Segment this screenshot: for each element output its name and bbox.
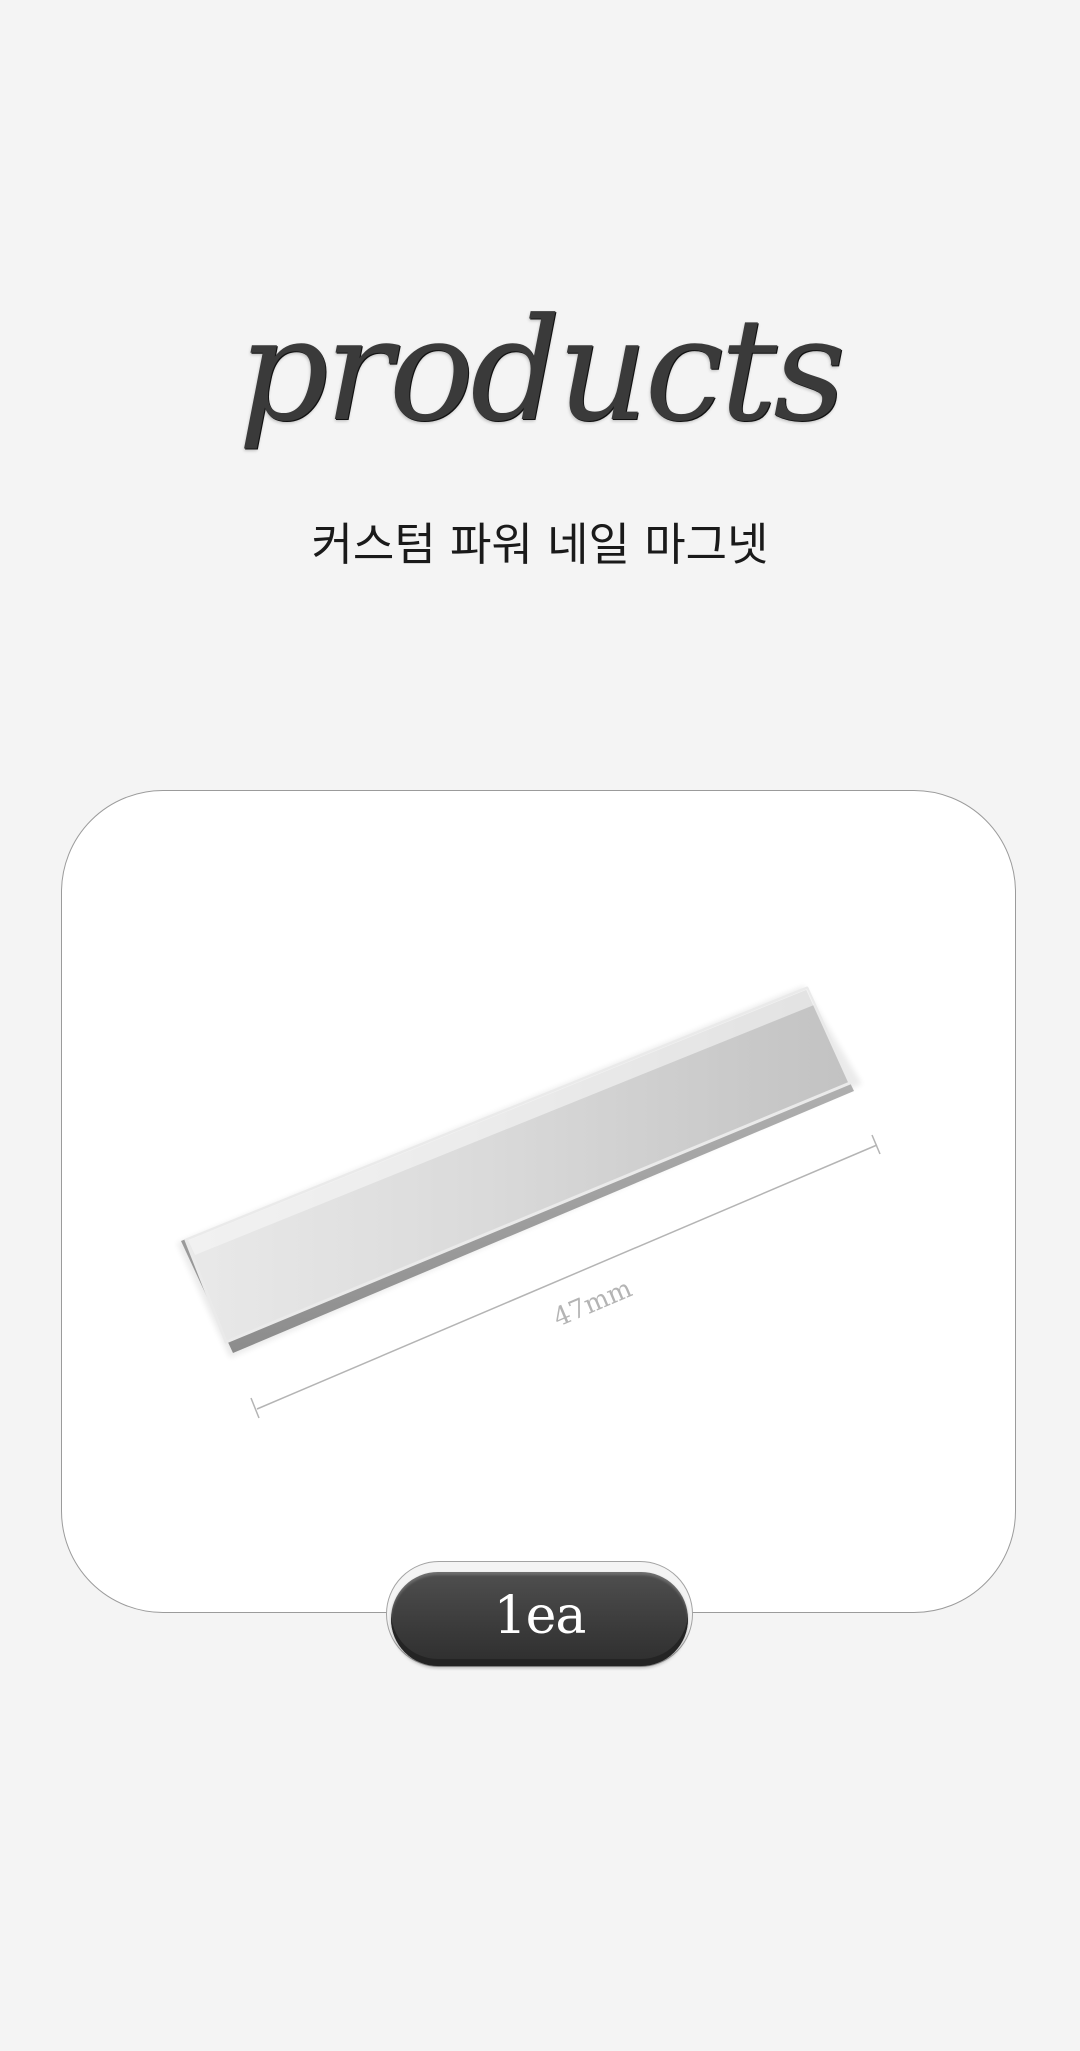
product-name: 커스텀 파워 네일 마그넷 [311, 518, 769, 571]
magnet-product-figure: 47mm [177, 986, 881, 1419]
product-card: 47mm [61, 790, 1016, 1613]
dimension-label: 47mm [549, 1274, 637, 1334]
product-detail-page: products 커스텀 파워 네일 마그넷 47mm 1ea [0, 0, 1080, 2051]
page-title: products [237, 288, 846, 453]
magnet-bar [177, 986, 862, 1358]
quantity-label: 1ea [493, 1586, 587, 1646]
quantity-badge: 1ea [391, 1572, 688, 1666]
